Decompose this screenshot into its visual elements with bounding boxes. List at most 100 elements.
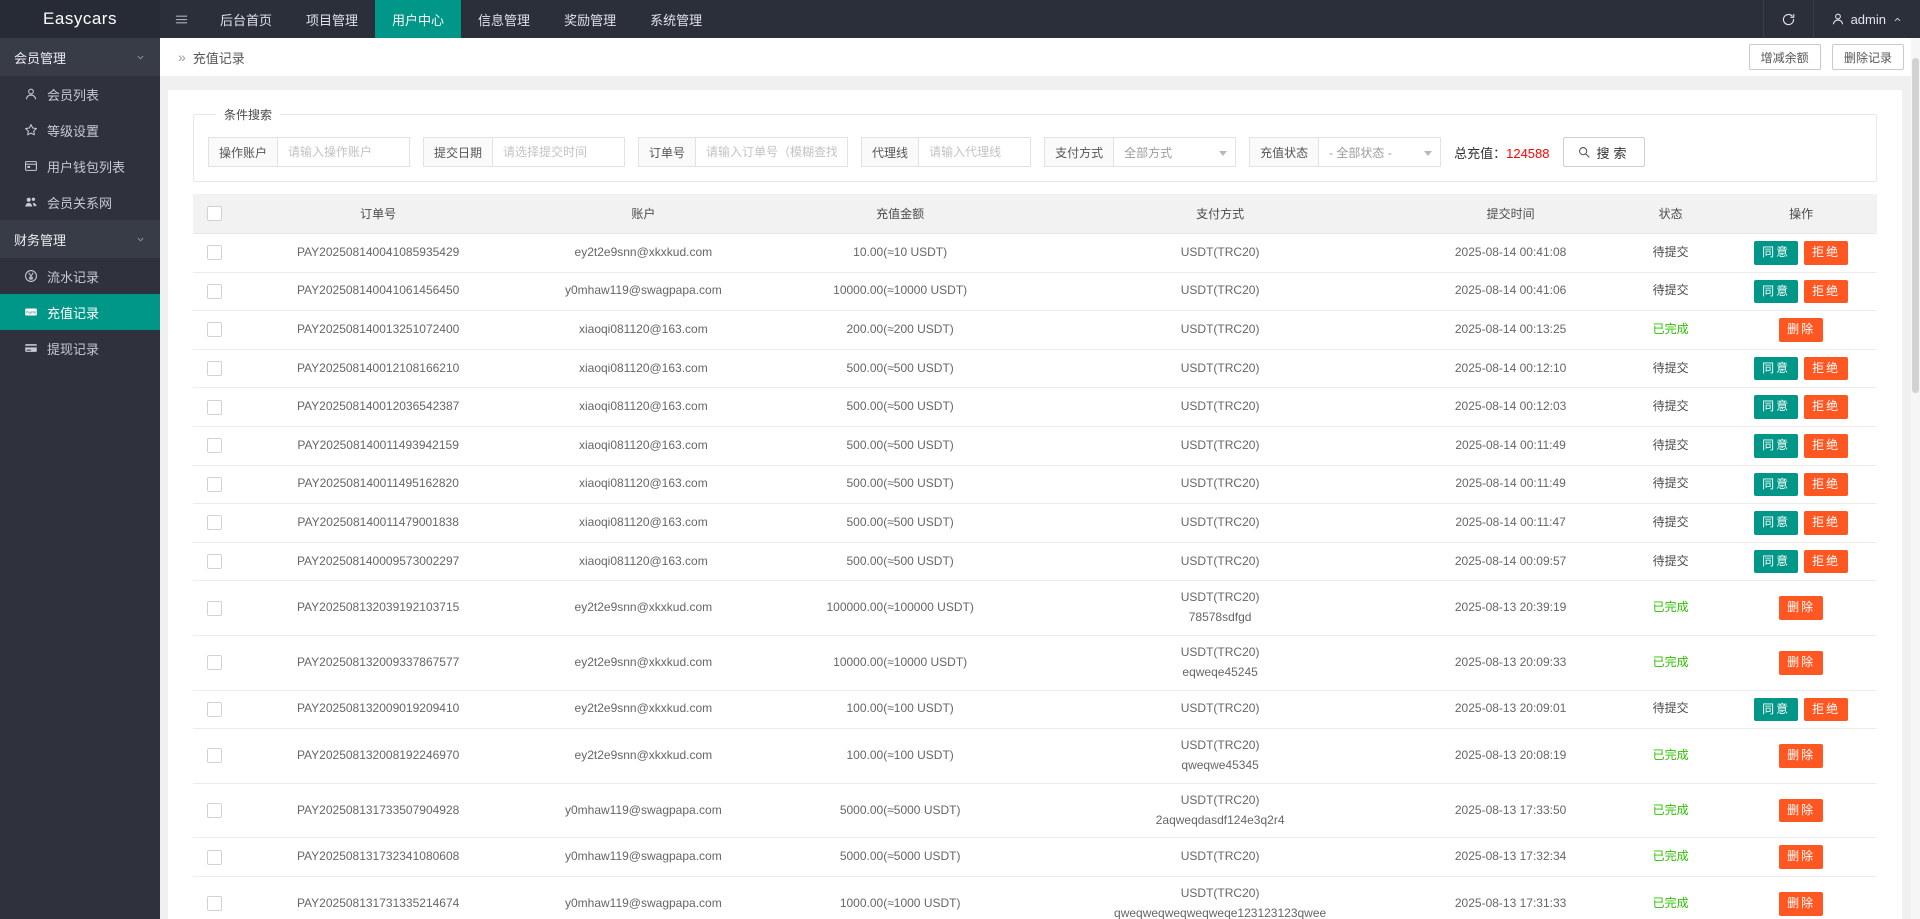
delete-button[interactable]: 删除 [1779, 596, 1824, 620]
row-checkbox[interactable] [206, 283, 222, 299]
scrollbar-thumb[interactable] [1912, 58, 1919, 393]
order-no-cell: PAY202508140011479001838 [235, 503, 522, 543]
nav-tab-dashboard[interactable]: 后台首页 [203, 0, 289, 38]
nav-tab-reward-management[interactable]: 奖励管理 [547, 0, 633, 38]
status-badge: 待提交 [1615, 272, 1726, 312]
sidebar-group-member-management[interactable]: 会员管理 [0, 38, 160, 76]
scrollbar[interactable] [1911, 38, 1920, 919]
account-cell: xiaoqi081120@163.com [521, 349, 766, 389]
select-all-checkbox[interactable] [206, 206, 222, 222]
row-checkbox[interactable] [206, 515, 222, 531]
submit-time-cell: 2025-08-14 00:12:10 [1405, 349, 1616, 389]
top-navbar: Easycars 后台首页 项目管理 用户中心 信息管理 奖励管理 系统管理 admin [0, 0, 1920, 38]
row-checkbox[interactable] [206, 655, 222, 671]
sidebar-item-user-wallet-list[interactable]: 用户钱包列表 [0, 148, 160, 184]
actions-cell: 同意 拒绝 [1725, 426, 1877, 466]
sidebar-item-recharge-records[interactable]: PayPal 充值记录 [0, 294, 160, 330]
delete-button[interactable]: 删除 [1779, 845, 1824, 869]
status-badge: 已完成 [1615, 635, 1726, 691]
row-checkbox[interactable] [206, 553, 222, 569]
sidebar-item-member-network[interactable]: 会员关系网 [0, 184, 160, 220]
adjust-balance-button[interactable]: 增减余额 [1748, 44, 1821, 70]
reject-button[interactable]: 拒绝 [1804, 697, 1849, 722]
sidebar-item-member-list[interactable]: 会员列表 [0, 76, 160, 112]
agree-button[interactable]: 同意 [1754, 549, 1799, 574]
reject-button[interactable]: 拒绝 [1804, 241, 1849, 265]
row-checkbox[interactable] [206, 322, 222, 338]
wallet-icon [24, 159, 38, 173]
table-row: PAY202508132008192246970 ey2t2e9snn@xkxk… [193, 728, 1877, 784]
row-checkbox[interactable] [206, 476, 222, 492]
delete-records-button[interactable]: 删除记录 [1831, 44, 1904, 70]
sidebar-item-flow-records[interactable]: 流水记录 [0, 258, 160, 294]
account-cell: xiaoqi081120@163.com [521, 465, 766, 505]
agree-button[interactable]: 同意 [1754, 395, 1799, 419]
filter-submit-date-input[interactable] [493, 137, 626, 167]
refresh-button[interactable] [1762, 0, 1813, 38]
order-no-cell: PAY202508132009337867577 [235, 635, 522, 691]
search-button[interactable]: 搜索 [1562, 137, 1645, 167]
reject-button[interactable]: 拒绝 [1804, 511, 1849, 535]
row-checkbox[interactable] [206, 399, 222, 415]
row-checkbox[interactable] [206, 802, 222, 818]
row-checkbox[interactable] [206, 701, 222, 717]
delete-button[interactable]: 删除 [1779, 798, 1824, 823]
page-title: 充值记录 [192, 50, 245, 66]
collapse-sidebar-button[interactable] [160, 0, 203, 38]
sidebar-item-withdraw-records[interactable]: 提现记录 [0, 330, 160, 366]
delete-button[interactable]: 删除 [1779, 650, 1824, 675]
brand-logo[interactable]: Easycars [0, 0, 160, 38]
account-cell: ey2t2e9snn@xkxkud.com [521, 728, 766, 784]
nav-tab-info-management[interactable]: 信息管理 [461, 0, 547, 38]
agree-button[interactable]: 同意 [1754, 241, 1799, 265]
filter-order-no-label: 订单号 [638, 137, 697, 167]
filter-pay-method-select[interactable]: 全部方式 [1114, 137, 1237, 167]
submit-time-cell: 2025-08-14 00:09:57 [1405, 542, 1616, 582]
row-checkbox[interactable] [206, 849, 222, 865]
user-menu[interactable]: admin [1812, 0, 1920, 38]
filter-submit-date: 提交日期 [423, 137, 626, 167]
nav-tab-system-management[interactable]: 系统管理 [633, 0, 719, 38]
filter-agent-line-input[interactable] [919, 137, 1032, 167]
submit-time-cell: 2025-08-13 17:33:50 [1405, 783, 1616, 839]
submit-time-cell: 2025-08-14 00:41:08 [1405, 233, 1616, 273]
filter-operator-account-input[interactable] [278, 137, 411, 167]
table-row: PAY202508140012108166210 xiaoqi081120@16… [193, 349, 1877, 389]
sidebar-group-finance-management[interactable]: 财务管理 [0, 220, 160, 258]
reject-button[interactable]: 拒绝 [1804, 356, 1849, 381]
row-checkbox[interactable] [206, 245, 222, 261]
reject-button[interactable]: 拒绝 [1804, 472, 1849, 497]
yen-icon [24, 269, 38, 283]
status-badge: 已完成 [1615, 580, 1726, 636]
delete-button[interactable]: 删除 [1779, 744, 1824, 768]
reject-button[interactable]: 拒绝 [1804, 433, 1849, 458]
delete-button[interactable]: 删除 [1779, 318, 1824, 342]
order-no-cell: PAY202508131731335214674 [235, 876, 522, 919]
order-no-cell: PAY202508140012108166210 [235, 349, 522, 389]
filter-recharge-status-select[interactable]: - 全部状态 - [1319, 137, 1442, 167]
nav-tab-user-center[interactable]: 用户中心 [375, 0, 462, 38]
agree-button[interactable]: 同意 [1754, 697, 1799, 722]
agree-button[interactable]: 同意 [1754, 279, 1799, 304]
row-checkbox[interactable] [206, 896, 222, 912]
row-checkbox[interactable] [206, 438, 222, 454]
reject-button[interactable]: 拒绝 [1804, 395, 1849, 419]
delete-button[interactable]: 删除 [1779, 891, 1824, 916]
agree-button[interactable]: 同意 [1754, 472, 1799, 497]
agree-button[interactable]: 同意 [1754, 511, 1799, 535]
row-checkbox[interactable] [206, 600, 222, 616]
sidebar-item-level-settings[interactable]: 等级设置 [0, 112, 160, 148]
reject-button[interactable]: 拒绝 [1804, 279, 1849, 304]
agree-button[interactable]: 同意 [1754, 433, 1799, 458]
agree-button[interactable]: 同意 [1754, 356, 1799, 381]
nav-tab-project-management[interactable]: 项目管理 [289, 0, 375, 38]
submit-time-cell: 2025-08-13 17:31:33 [1405, 876, 1616, 919]
row-checkbox[interactable] [206, 361, 222, 376]
actions-cell: 同意 拒绝 [1725, 542, 1877, 582]
records-table: 订单号 账户 充值金额 支付方式 提交时间 状态 操作 PAY202508140041085… [193, 194, 1877, 919]
filter-order-no-input[interactable] [696, 137, 849, 167]
account-cell: y0mhaw119@swagpapa.com [521, 837, 766, 877]
row-checkbox[interactable] [206, 748, 222, 764]
reject-button[interactable]: 拒绝 [1804, 549, 1849, 574]
order-no-cell: PAY202508140009573002297 [235, 542, 522, 582]
